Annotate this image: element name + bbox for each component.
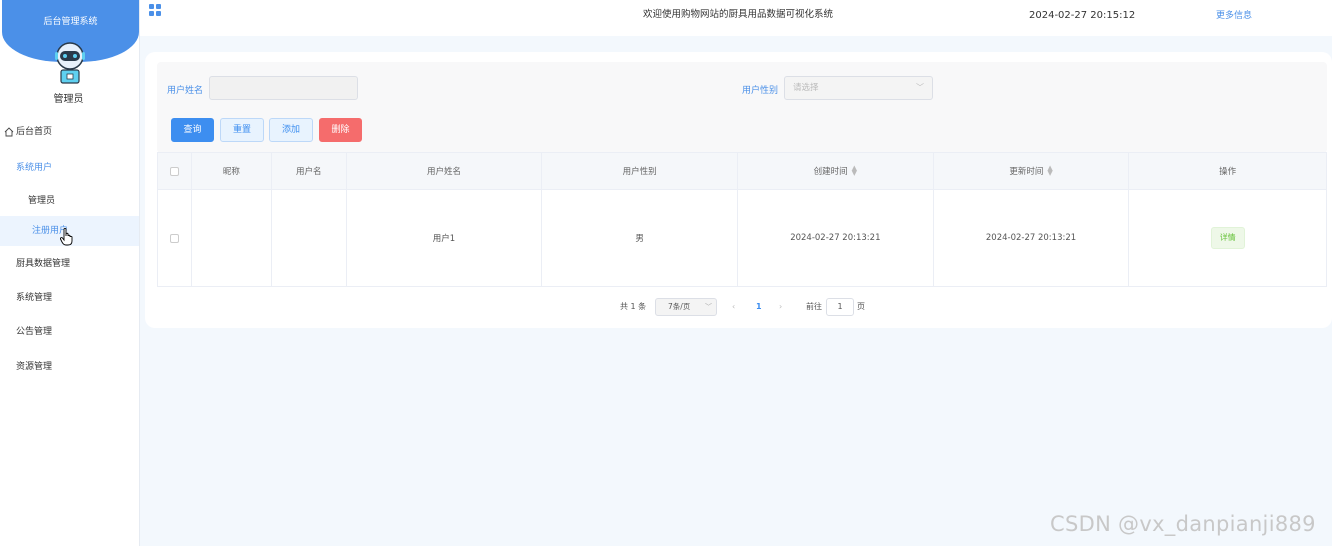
column-header-created[interactable]: 创建时间 ▲ ▼ [738, 153, 934, 189]
watermark: CSDN @vx_danpianji889 [1050, 512, 1316, 536]
page-size-select[interactable]: 7条/页 ﹀ [655, 298, 717, 316]
sidebar: 后台管理系统 管理员 后台首页 系统用户 管理员 注册用户 厨具数据管理 系统管… [0, 0, 140, 546]
name-label: 用户姓名 [167, 86, 204, 96]
sort-icon[interactable]: ▲ ▼ [1047, 165, 1052, 177]
gender-select[interactable]: 请选择 ﹀ [784, 76, 933, 100]
hand-cursor-icon [60, 228, 73, 246]
next-page-icon[interactable]: › [779, 298, 782, 316]
more-info-link[interactable]: 更多信息 [1216, 8, 1252, 21]
add-button[interactable]: 添加 [269, 118, 313, 142]
column-header: 用户性别 [542, 153, 739, 189]
select-all-checkbox[interactable] [169, 166, 179, 176]
select-all-cell [158, 153, 192, 189]
sidebar-item-label: 管理员 [28, 196, 56, 206]
search-bar: 用户姓名 用户性别 请选择 ﹀ 查询 重置 添加 删除 [157, 62, 1327, 153]
robot-avatar-icon [55, 42, 85, 84]
column-header: 昵称 [192, 153, 272, 189]
page-suffix: 页 [857, 302, 865, 311]
details-button[interactable]: 详情 [1210, 227, 1245, 249]
total-count: 共 1 条 [620, 302, 647, 311]
column-header: 操作 [1219, 167, 1237, 177]
cell-gender: 男 [542, 190, 739, 286]
role-label: 管理员 [53, 94, 84, 105]
sidebar-item-system-management[interactable]: 系统管理 [0, 283, 139, 313]
column-header-label: 更新时间 [1009, 167, 1044, 177]
name-input[interactable] [209, 76, 358, 100]
sidebar-item-label: 系统用户 [16, 163, 53, 173]
sidebar-item-label: 后台首页 [16, 127, 53, 137]
table-row: 用户1 男 2024-02-27 20:13:21 2024-02-27 20:… [158, 190, 1326, 286]
cell-updated: 2024-02-27 20:13:21 [934, 190, 1130, 286]
chevron-down-icon: ﹀ [916, 83, 924, 92]
column-header-updated[interactable]: 更新时间 ▲ ▼ [934, 153, 1130, 189]
column-header-label: 创建时间 [813, 167, 848, 177]
sidebar-item-system-users[interactable]: 系统用户 [0, 153, 139, 183]
sidebar-item-home[interactable]: 后台首页 [0, 117, 139, 147]
cell-name: 用户1 [347, 190, 543, 286]
main-card: 用户姓名 用户性别 请选择 ﹀ 查询 重置 添加 删除 昵称 用户名 用户姓名 … [145, 52, 1332, 328]
column-header: 用户名 [272, 153, 347, 189]
column-header: 用户姓名 [347, 153, 543, 189]
reset-button[interactable]: 重置 [220, 118, 264, 142]
sort-icon[interactable]: ▲ ▼ [852, 165, 857, 177]
user-table: 昵称 用户名 用户姓名 用户性别 创建时间 ▲ ▼ 更新时间 ▲ ▼ 操作 用户1 … [157, 152, 1327, 287]
cell-username [272, 190, 347, 286]
table-header-row: 昵称 用户名 用户姓名 用户性别 创建时间 ▲ ▼ 更新时间 ▲ ▼ 操作 [158, 153, 1326, 190]
delete-button[interactable]: 删除 [319, 118, 362, 142]
sidebar-item-resources[interactable]: 资源管理 [0, 352, 139, 382]
system-title: 后台管理系统 [43, 17, 98, 27]
cell-created: 2024-02-27 20:13:21 [738, 190, 934, 286]
sidebar-item-label: 公告管理 [16, 327, 53, 337]
welcome-text: 欢迎使用购物网站的厨具用品数据可视化系统 [643, 9, 834, 20]
row-checkbox[interactable] [169, 233, 179, 243]
cell-actions: 详情 [1129, 190, 1326, 286]
sidebar-item-label: 系统管理 [16, 293, 53, 303]
row-select-cell [158, 190, 192, 286]
cell-nickname [192, 190, 272, 286]
pagination: 共 1 条 7条/页 ﹀ ‹ 1 › 前往 1 页 [145, 298, 1332, 316]
current-datetime: 2024-02-27 20:15:12 [1029, 10, 1136, 21]
prev-page-icon[interactable]: ‹ [732, 298, 735, 316]
grid-icon[interactable] [149, 4, 161, 16]
page-number[interactable]: 1 [756, 298, 762, 316]
top-header: 欢迎使用购物网站的厨具用品数据可视化系统 2024-02-27 20:15:12… [140, 0, 1332, 36]
sidebar-item-announcements[interactable]: 公告管理 [0, 317, 139, 347]
page-size-value: 7条/页 [668, 302, 691, 311]
chevron-down-icon: ﹀ [705, 303, 712, 311]
goto-page-input[interactable]: 1 [826, 298, 854, 316]
gender-placeholder: 请选择 [793, 83, 819, 93]
sidebar-item-label: 资源管理 [16, 362, 53, 372]
gender-label: 用户性别 [742, 86, 779, 96]
home-icon [4, 126, 14, 136]
sidebar-item-admins[interactable]: 管理员 [0, 186, 139, 216]
goto-label: 前往 [806, 302, 822, 311]
sidebar-item-label: 厨具数据管理 [16, 259, 71, 269]
query-button[interactable]: 查询 [171, 118, 214, 142]
sidebar-item-kitchenware-data[interactable]: 厨具数据管理 [0, 249, 139, 279]
